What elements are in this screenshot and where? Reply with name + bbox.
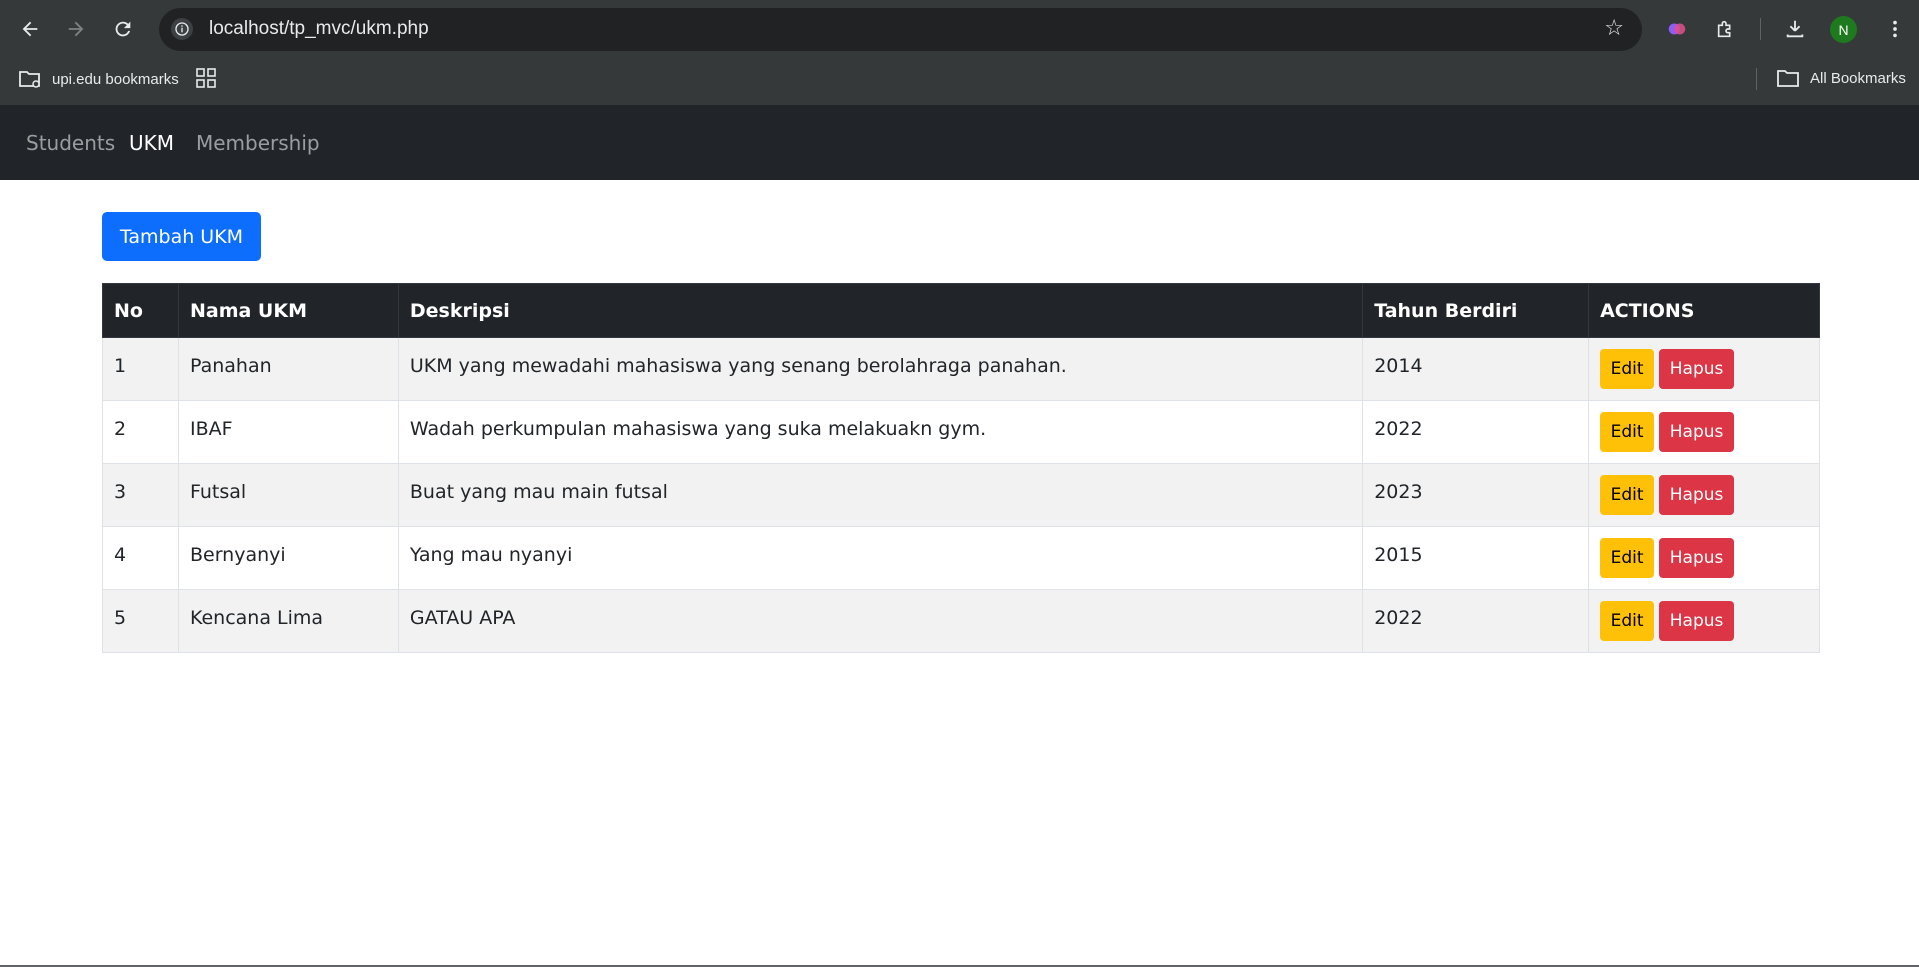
delete-button[interactable]: Hapus	[1659, 601, 1735, 641]
table-row: 1 Panahan UKM yang mewadahi mahasiswa ya…	[102, 337, 1820, 401]
cell-nama: Kencana Lima	[177, 589, 399, 653]
bookmark-folder-upi[interactable]: upi.edu bookmarks	[18, 68, 179, 90]
cell-no: 2	[102, 400, 179, 464]
delete-button[interactable]: Hapus	[1659, 538, 1735, 578]
delete-button[interactable]: Hapus	[1659, 349, 1735, 389]
cell-actions: Edit Hapus	[1588, 526, 1820, 590]
header-nama-ukm: Nama UKM	[177, 283, 399, 338]
cell-tahun: 2022	[1362, 400, 1590, 464]
cell-actions: Edit Hapus	[1588, 337, 1820, 401]
ukm-table: No Nama UKM Deskripsi Tahun Berdiri ACTI…	[102, 283, 1820, 653]
header-actions: ACTIONS	[1588, 283, 1820, 338]
cell-actions: Edit Hapus	[1588, 463, 1820, 527]
folder-icon	[1777, 70, 1799, 87]
cell-tahun: 2014	[1362, 337, 1590, 401]
edit-button[interactable]: Edit	[1600, 412, 1655, 452]
reload-icon[interactable]	[107, 13, 139, 45]
cell-deskripsi: Wadah perkumpulan mahasiswa yang suka me…	[397, 400, 1364, 464]
url-text[interactable]: localhost/tp_mvc/ukm.php	[209, 18, 429, 40]
table-header-row: No Nama UKM Deskripsi Tahun Berdiri ACTI…	[102, 283, 1820, 338]
cell-deskripsi: Buat yang mau main futsal	[397, 463, 1364, 527]
address-bar[interactable]: localhost/tp_mvc/ukm.php ☆	[159, 8, 1642, 51]
cell-no: 5	[102, 589, 179, 653]
cell-deskripsi: Yang mau nyanyi	[397, 526, 1364, 590]
extension-brain-icon[interactable]	[1661, 13, 1693, 45]
nav-link-students[interactable]: Students	[26, 131, 115, 155]
back-icon[interactable]	[14, 13, 46, 45]
browser-toolbar: localhost/tp_mvc/ukm.php ☆ N	[0, 0, 1919, 58]
header-tahun-berdiri: Tahun Berdiri	[1362, 283, 1590, 338]
edit-button[interactable]: Edit	[1600, 475, 1655, 515]
header-no: No	[102, 283, 179, 338]
bookmark-folder-label: upi.edu bookmarks	[52, 70, 179, 88]
nav-link-ukm[interactable]: UKM	[129, 131, 174, 155]
edit-button[interactable]: Edit	[1600, 601, 1655, 641]
bookmarks-bar: upi.edu bookmarks All Bookmarks	[0, 58, 1919, 105]
profile-avatar[interactable]: N	[1830, 16, 1857, 43]
download-icon[interactable]	[1779, 13, 1811, 45]
cell-nama: IBAF	[177, 400, 399, 464]
site-info-icon[interactable]	[171, 18, 193, 40]
managed-folder-icon	[19, 71, 40, 88]
app-navbar: Students UKM Membership	[0, 105, 1919, 180]
nav-link-membership[interactable]: Membership	[196, 131, 320, 155]
extensions-puzzle-icon[interactable]	[1710, 13, 1742, 45]
cell-no: 3	[102, 463, 179, 527]
toolbar-divider	[1760, 18, 1761, 40]
cell-tahun: 2022	[1362, 589, 1590, 653]
all-bookmarks-button[interactable]: All Bookmarks	[1776, 68, 1906, 88]
cell-actions: Edit Hapus	[1588, 589, 1820, 653]
bookmark-star-icon[interactable]: ☆	[1604, 16, 1624, 41]
table-row: 3 Futsal Buat yang mau main futsal 2023 …	[102, 463, 1820, 527]
cell-nama: Panahan	[177, 337, 399, 401]
table-row: 2 IBAF Wadah perkumpulan mahasiswa yang …	[102, 400, 1820, 464]
forward-icon[interactable]	[60, 13, 92, 45]
bookmarks-divider	[1756, 68, 1757, 90]
edit-button[interactable]: Edit	[1600, 349, 1655, 389]
cell-no: 4	[102, 526, 179, 590]
cell-tahun: 2023	[1362, 463, 1590, 527]
add-ukm-button[interactable]: Tambah UKM	[102, 212, 261, 261]
edit-button[interactable]: Edit	[1600, 538, 1655, 578]
apps-grid-icon[interactable]	[196, 68, 216, 88]
table-row: 4 Bernyanyi Yang mau nyanyi 2015 Edit Hap…	[102, 526, 1820, 590]
delete-button[interactable]: Hapus	[1659, 412, 1735, 452]
delete-button[interactable]: Hapus	[1659, 475, 1735, 515]
all-bookmarks-label: All Bookmarks	[1810, 69, 1906, 87]
cell-deskripsi: UKM yang mewadahi mahasiswa yang senang …	[397, 337, 1364, 401]
header-deskripsi: Deskripsi	[397, 283, 1364, 338]
cell-no: 1	[102, 337, 179, 401]
table-row: 5 Kencana Lima GATAU APA 2022 Edit Hapus	[102, 589, 1820, 653]
cell-nama: Futsal	[177, 463, 399, 527]
cell-deskripsi: GATAU APA	[397, 589, 1364, 653]
cell-tahun: 2015	[1362, 526, 1590, 590]
menu-kebab-icon[interactable]	[1879, 13, 1911, 45]
cell-nama: Bernyanyi	[177, 526, 399, 590]
cell-actions: Edit Hapus	[1588, 400, 1820, 464]
